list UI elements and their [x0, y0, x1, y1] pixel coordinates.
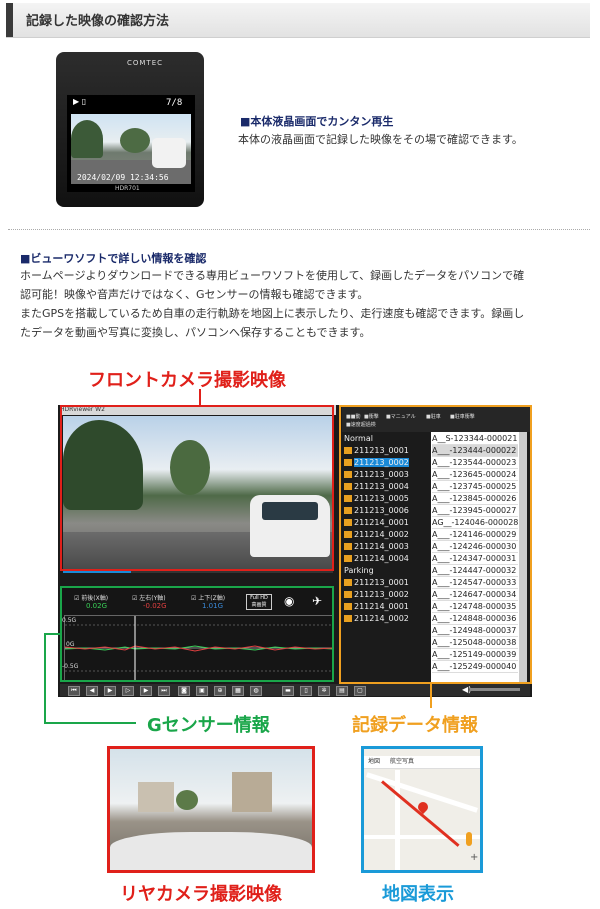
section2-line: ホームページよりダウンロードできる専用ビューワソフトを使用して、録画したデータを…	[20, 269, 525, 282]
skip-end-icon[interactable]: ⏭	[158, 686, 170, 696]
section2-line: たデータを動画や写真に変換し、パソコンへ保存することもできます。	[20, 326, 371, 339]
section1-body: 本体の液晶画面で記録した映像をその場で確認できます。	[238, 133, 523, 146]
record-highlight-frame	[339, 405, 532, 684]
section1-heading: ■本体液晶画面でカンタン再生	[240, 115, 394, 128]
device-brand: COMTEC	[127, 59, 164, 67]
front-highlight-frame	[60, 405, 334, 571]
step-icon[interactable]: ▷	[122, 686, 134, 696]
map-highlight-frame	[361, 746, 483, 873]
callout-line-gsensor	[44, 722, 136, 724]
header-accent-bar	[6, 3, 13, 37]
camera-icon[interactable]: ◙	[178, 686, 190, 696]
gsensor-highlight-frame	[60, 586, 334, 682]
label-record-data: 記録データ情報	[352, 715, 478, 736]
callout-line-record	[430, 684, 432, 708]
layout-icon[interactable]: ▦	[232, 686, 244, 696]
section2-line: 認可能！映像や音声だけではなく、Gセンサーの情報も確認できます。	[20, 288, 369, 301]
scene-tree	[120, 128, 150, 153]
zoom-icon[interactable]: ⊕	[214, 686, 226, 696]
window-icon[interactable]: ▢	[354, 686, 366, 696]
scene-car	[152, 138, 186, 168]
section2-heading: ■ビューワソフトで詳しい情報を確認	[20, 252, 207, 265]
callout-line-gsensor	[44, 633, 46, 724]
label-gsensor: Gセンサー情報	[147, 715, 270, 736]
globe-icon[interactable]: ◍	[250, 686, 262, 696]
page-title: 記録した映像の確認方法	[26, 14, 170, 29]
settings-icon[interactable]: ✲	[318, 686, 330, 696]
fast-forward-icon[interactable]: ▶	[140, 686, 152, 696]
divider	[8, 229, 590, 230]
device-model: HDR701	[115, 185, 140, 192]
skip-start-icon[interactable]: ⏮	[68, 686, 80, 696]
play-icon: ▶ ▯	[73, 97, 87, 106]
scene-tree	[71, 120, 103, 158]
label-rear-camera: リヤカメラ撮影映像	[120, 884, 282, 905]
rear-highlight-frame	[107, 746, 315, 873]
print-icon[interactable]: ▤	[336, 686, 348, 696]
folder-icon[interactable]: ▬	[282, 686, 294, 696]
volume-slider[interactable]	[470, 688, 520, 691]
play-icon[interactable]: ▶	[104, 686, 116, 696]
device-timestamp: 2024/02/09 12:34:56	[77, 173, 169, 182]
callout-line-gsensor	[44, 633, 62, 635]
video-icon[interactable]: ▣	[196, 686, 208, 696]
callout-line-front	[199, 389, 201, 405]
label-map: 地図表示	[382, 884, 454, 905]
rewind-icon[interactable]: ◀	[86, 686, 98, 696]
delete-icon[interactable]: ▯	[300, 686, 312, 696]
label-front-camera: フロントカメラ撮影映像	[88, 370, 286, 391]
device-file-counter: 7/8	[166, 98, 183, 108]
section2-body: ホームページよりダウンロードできる専用ビューワソフトを使用して、録画したデータを…	[20, 266, 580, 342]
section2-line: またGPSを搭載しているため自車の走行軌跡を地図上に表示したり、走行速度も確認で…	[20, 307, 525, 320]
